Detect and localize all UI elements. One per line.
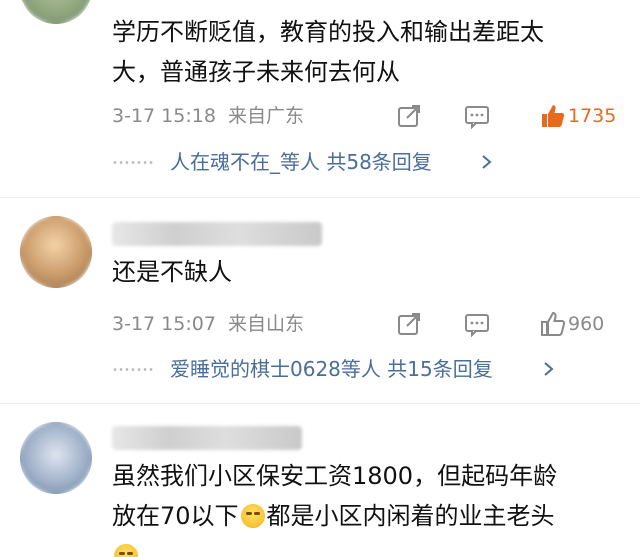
thumbs-up-icon[interactable] xyxy=(540,311,566,337)
share-icon[interactable] xyxy=(396,311,422,337)
comment-text: 虽然我们小区保安工资1800，但起码年龄 放在70以下 都是小区内闲着的业主老头 xyxy=(112,456,612,557)
timestamp-location: 3-17 15:18 来自广东 xyxy=(112,105,305,127)
share-icon[interactable] xyxy=(396,103,422,129)
like-count: 960 xyxy=(568,313,605,335)
divider xyxy=(0,197,640,198)
comment-meta: 3-17 15:07 来自山东 960 xyxy=(112,309,622,339)
comment-text: 还是不缺人 xyxy=(112,258,232,286)
chevron-right-icon xyxy=(544,362,554,376)
comment-icon[interactable] xyxy=(464,311,490,337)
comment-icon[interactable] xyxy=(464,103,490,129)
avatar[interactable] xyxy=(20,216,92,288)
comment-text: 学历不断贬值，教育的投入和输出差距太 大，普通孩子未来何去何从 xyxy=(112,18,544,86)
avatar[interactable] xyxy=(20,422,92,494)
replies-link[interactable]: 人在魂不在_等人 共58条回复 xyxy=(112,147,532,177)
avatar[interactable] xyxy=(20,0,92,24)
like-count: 1735 xyxy=(568,105,617,127)
replies-link[interactable]: 爱睡觉的棋士0628等人 共15条回复 xyxy=(112,354,572,384)
username-blurred[interactable] xyxy=(112,222,322,246)
username-blurred[interactable] xyxy=(112,426,302,450)
timestamp-location: 3-17 15:07 来自山东 xyxy=(112,313,305,335)
dots-divider xyxy=(112,368,154,371)
thumbs-up-icon[interactable] xyxy=(540,103,566,129)
divider xyxy=(0,403,640,404)
laugh-cry-emoji-icon xyxy=(114,544,138,557)
comment-meta: 3-17 15:18 来自广东 1735 xyxy=(112,101,622,131)
chevron-right-icon xyxy=(482,155,492,169)
laugh-cry-emoji-icon xyxy=(240,504,265,528)
dots-divider xyxy=(112,161,154,164)
